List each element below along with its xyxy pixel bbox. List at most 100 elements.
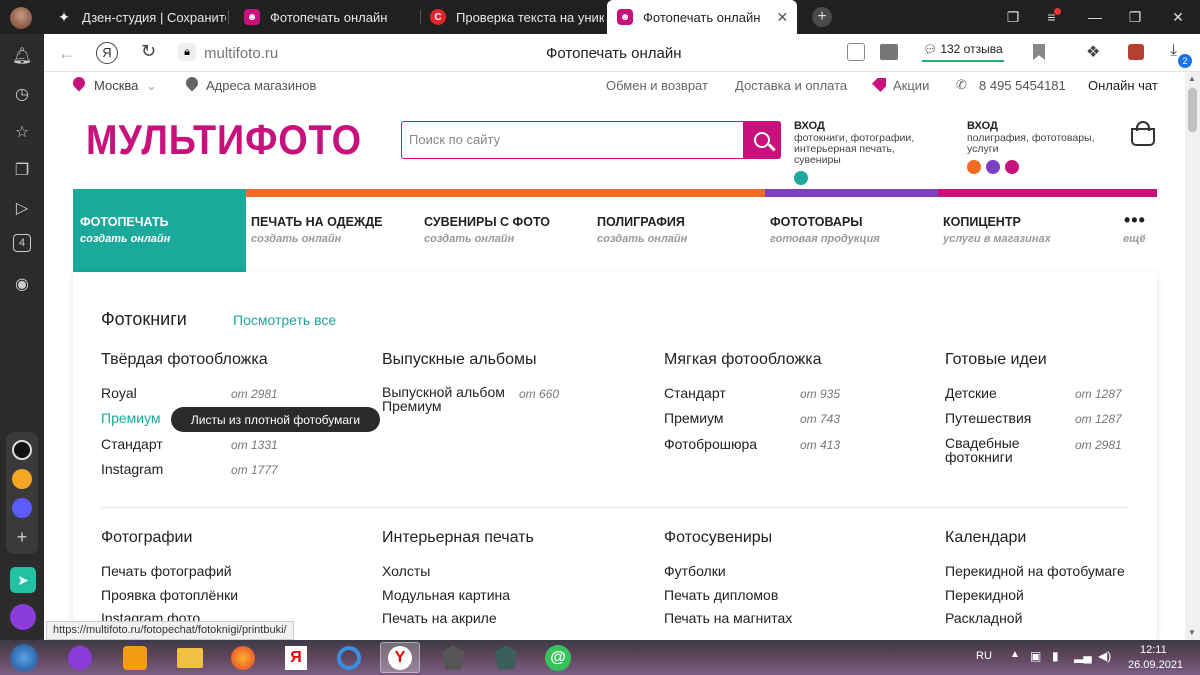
tab-manager-icon[interactable]: ❐ (993, 0, 1033, 34)
taskbar-alice[interactable] (60, 642, 100, 673)
item-standard-hard[interactable]: Стандарт (101, 436, 163, 452)
yandex-logo-icon[interactable]: Я (96, 42, 118, 64)
item-acrylic[interactable]: Печать на акриле (382, 610, 497, 626)
scroll-down-icon[interactable]: ▼ (1188, 628, 1196, 637)
taskbar-explorer[interactable] (170, 642, 210, 673)
login-1-dot[interactable] (794, 171, 808, 185)
yandex-app-icon[interactable] (12, 469, 32, 489)
screenshot-icon[interactable]: ◉ (10, 272, 34, 296)
item-kids[interactable]: Детские (945, 385, 997, 401)
alice-voice-icon[interactable] (10, 604, 36, 630)
tray-wifi-icon[interactable]: ▂▄ (1074, 649, 1092, 663)
tab-dzen[interactable]: ✦ Дзен-студия | Сохраните и (48, 0, 226, 34)
item-royal[interactable]: Royal (101, 385, 137, 401)
delivery-link[interactable]: Доставка и оплата (735, 78, 847, 93)
item-folding[interactable]: Раскладной (945, 610, 1022, 626)
login-2-title[interactable]: ВХОД (967, 120, 998, 132)
taskbar-mail[interactable]: @ (538, 642, 578, 673)
scrollbar-thumb[interactable] (1188, 88, 1197, 132)
site-logo[interactable]: МУЛЬТИФОТО (86, 116, 361, 164)
item-wedding[interactable]: Свадебные фотокниги (945, 436, 1055, 464)
menu-icon[interactable]: ≡ (1035, 0, 1075, 34)
item-film-develop[interactable]: Проявка фотоплёнки (101, 587, 238, 603)
column-title-hard-cover[interactable]: Твёрдая фотообложка (101, 351, 268, 369)
column-title-souvenirs[interactable]: Фотосувениры (664, 529, 772, 547)
column-title-photos[interactable]: Фотографии (101, 529, 192, 547)
counter-badge-icon[interactable]: 4 (13, 234, 31, 252)
tray-time[interactable]: 12:11 (1140, 644, 1167, 656)
tab-multifoto-active[interactable]: ☻ Фотопечать онлайн ✕ (607, 0, 797, 34)
add-app-icon[interactable]: + (12, 527, 32, 547)
column-title-ideas[interactable]: Готовые идеи (945, 351, 1047, 369)
close-tab-icon[interactable]: ✕ (776, 9, 788, 26)
item-magnets[interactable]: Печать на магнитах (664, 610, 792, 626)
new-tab-button[interactable]: + (812, 7, 832, 27)
item-canvas[interactable]: Холсты (382, 563, 430, 579)
history-icon[interactable]: ◷ (10, 82, 34, 106)
comment-icon[interactable] (880, 44, 898, 60)
login-2-dot-pink[interactable] (1005, 160, 1019, 174)
item-flip[interactable]: Перекидной (945, 587, 1024, 603)
close-window-icon[interactable]: ✕ (1158, 0, 1198, 34)
scroll-up-icon[interactable]: ▲ (1188, 74, 1196, 83)
item-modular[interactable]: Модульная картина (382, 587, 510, 603)
item-brochure[interactable]: Фотоброшюра (664, 436, 757, 452)
login-2-dot-purple[interactable] (986, 160, 1000, 174)
taskbar-yandex-store[interactable]: Я (276, 642, 316, 673)
maximize-icon[interactable]: ❐ (1115, 0, 1155, 34)
taskbar-yandex-browser[interactable]: Y (380, 642, 420, 673)
collections-icon[interactable]: ❐ (10, 158, 34, 182)
menu-sub-more[interactable]: ещё (1123, 233, 1146, 245)
reviews-badge[interactable]: 💬︎ 132 отзыва (922, 38, 1004, 62)
download-icon[interactable]: ⤓ (1170, 42, 1177, 60)
messenger-app-icon[interactable] (12, 498, 32, 518)
notifications-icon[interactable]: 🔔︎ (10, 44, 34, 68)
column-title-calendars[interactable]: Календари (945, 529, 1026, 547)
send-app-icon[interactable]: ➤ (10, 567, 36, 593)
lock-icon[interactable]: 🔒︎ (178, 43, 196, 61)
promo-link[interactable]: Акции (893, 78, 929, 93)
column-title-interior[interactable]: Интерьерная печать (382, 529, 534, 547)
taskbar-ie[interactable] (329, 642, 369, 673)
item-premium-hover[interactable]: Премиум (101, 410, 161, 426)
search-button[interactable] (743, 121, 781, 159)
phone-number[interactable]: 8 495 5454181 (979, 78, 1066, 93)
city-selector[interactable]: Москва ⌄ (94, 78, 157, 94)
tab-multifoto-1[interactable]: ☻ Фотопечать онлайн (236, 0, 416, 34)
profile-avatar[interactable] (10, 7, 32, 29)
page-scrollbar[interactable] (1185, 72, 1200, 640)
taskbar-firefox[interactable] (223, 642, 263, 673)
minimize-icon[interactable]: — (1075, 0, 1115, 34)
taskbar-media-player[interactable] (115, 642, 155, 673)
login-1-title[interactable]: ВХОД (794, 120, 825, 132)
search-input[interactable]: Поиск по сайту (409, 132, 500, 147)
tray-volume-icon[interactable]: ◀) (1098, 649, 1111, 663)
tray-language[interactable]: RU (976, 650, 992, 662)
item-diplomas[interactable]: Печать дипломов (664, 587, 778, 603)
bookmarks-star-icon[interactable]: ☆ (10, 120, 34, 144)
menu-item-phototovary[interactable]: ФОТОТОВАРЫ (770, 215, 863, 229)
menu-item-clothes[interactable]: ПЕЧАТЬ НА ОДЕЖДЕ (251, 215, 382, 229)
taskbar-wot[interactable] (433, 642, 473, 673)
tray-battery-icon[interactable]: ▮ (1052, 649, 1059, 663)
online-chat-link[interactable]: Онлайн чат (1088, 78, 1158, 93)
profile-extension-icon[interactable] (1128, 44, 1144, 60)
tray-date[interactable]: 26.09.2021 (1128, 659, 1183, 671)
item-premium-soft[interactable]: Премиум (664, 410, 724, 426)
item-standard-soft[interactable]: Стандарт (664, 385, 726, 401)
start-button[interactable] (2, 642, 46, 673)
login-2-dot-orange[interactable] (967, 160, 981, 174)
see-all-link[interactable]: Посмотреть все (233, 312, 336, 328)
tray-network-icon[interactable]: ▣ (1030, 649, 1041, 663)
video-icon[interactable]: ▷ (10, 196, 34, 220)
taskbar-wows[interactable] (486, 642, 526, 673)
returns-link[interactable]: Обмен и возврат (606, 78, 708, 93)
column-title-graduation[interactable]: Выпускные альбомы (382, 351, 536, 369)
url-domain[interactable]: multifoto.ru (204, 45, 278, 62)
reload-icon[interactable]: ↻ (141, 41, 156, 62)
alice-app-icon[interactable] (12, 440, 32, 460)
tray-arrow-icon[interactable]: ▲ (1010, 649, 1020, 660)
item-travel[interactable]: Путешествия (945, 410, 1031, 426)
menu-item-copycenter[interactable]: КОПИЦЕНТР (943, 215, 1021, 229)
item-flip-photopaper[interactable]: Перекидной на фотобумаге (945, 563, 1125, 579)
